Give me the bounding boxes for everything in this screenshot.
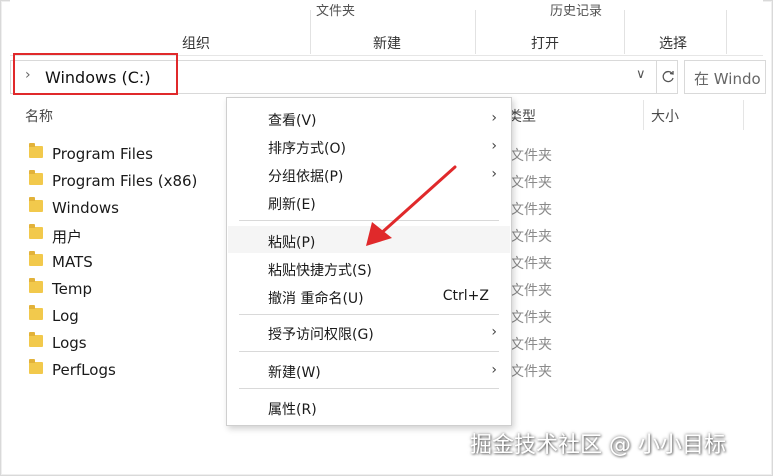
red-arrow-annotation [366,165,457,246]
watermark: 掘金技术社区 @ 小小目标 [470,433,726,458]
